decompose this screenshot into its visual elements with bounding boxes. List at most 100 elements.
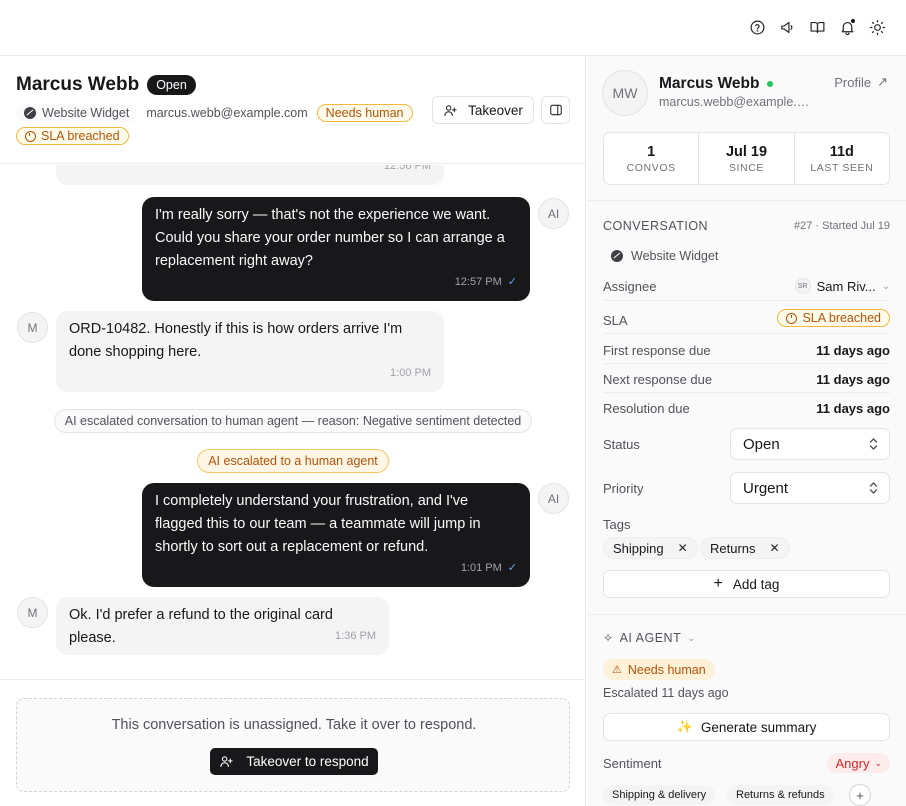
ai-avatar: AI (538, 483, 569, 514)
user-plus-icon (220, 756, 233, 768)
generate-summary-button[interactable]: ✨ Generate summary (603, 713, 890, 741)
needs-human-badge: Needs human (316, 104, 413, 122)
read-check-icon: ✓ (507, 562, 517, 574)
contact-email: marcus.webb@example.c... (659, 95, 811, 109)
stat-value: 11d (829, 143, 854, 160)
message-time: 1:36 PM (335, 630, 376, 642)
add-topic-button[interactable]: + (849, 784, 871, 806)
section-divider (587, 614, 906, 615)
message-time: 12:57 PM (454, 276, 502, 288)
needs-human-badge: ⚠ Needs human (603, 659, 715, 680)
details-panel: MW Marcus Webb marcus.webb@example.c... … (587, 56, 906, 806)
tag-shipping: Shipping ✕ (603, 537, 698, 559)
resolution-label: Resolution due (603, 401, 690, 416)
priority-select[interactable]: Urgent (730, 472, 890, 504)
sentiment-label: Sentiment (603, 756, 662, 771)
help-icon[interactable] (748, 16, 766, 38)
toggle-panel-button[interactable] (541, 96, 570, 124)
book-icon[interactable] (808, 16, 826, 38)
bell-icon[interactable] (838, 16, 856, 38)
timer-icon (25, 130, 36, 142)
notification-dot (850, 18, 856, 24)
priority-value: Urgent (743, 479, 789, 497)
ai-agent-section-toggle[interactable]: ✧ AI AGENT ⌄ (603, 631, 696, 645)
tag-label: Returns (710, 540, 756, 556)
message-text: Ok. I'd prefer a refund to the original … (69, 607, 333, 646)
conversation-title: Marcus Webb (16, 74, 140, 95)
topic-chip: Returns & refunds (727, 785, 834, 805)
divider (603, 392, 890, 393)
assignee-select[interactable]: SR Sam Riv... ⌄ (794, 278, 890, 294)
sun-icon[interactable] (868, 16, 886, 38)
customer-message: Ok. I'd prefer a refund to the original … (56, 597, 389, 655)
composer-area: This conversation is unassigned. Take it… (0, 679, 586, 806)
stat-since: Jul 19 SINCE (699, 133, 795, 184)
conversation-header: Marcus Webb Open Website Widget marcus.w… (0, 56, 586, 164)
topic-chip: Shipping & delivery (603, 785, 716, 805)
sla-label: SLA breached (41, 129, 120, 143)
megaphone-icon[interactable] (778, 16, 796, 38)
conversation-section-title: CONVERSATION (603, 219, 709, 233)
sla-label: SLA (603, 313, 628, 328)
remove-tag-icon[interactable]: ✕ (770, 541, 780, 555)
status-select[interactable]: Open (730, 428, 890, 460)
assignee-name: Sam Riv... (816, 278, 876, 294)
sparkles-icon: ✨ (676, 719, 693, 734)
arrow-up-right-icon: ↗ (877, 74, 888, 89)
tag-returns: Returns ✕ (700, 537, 790, 559)
needs-human-label: Needs human (627, 662, 706, 677)
top-icons (748, 16, 886, 38)
channel-chip: Website Widget (16, 104, 138, 122)
stat-value: 1 (647, 143, 656, 160)
status-label: Status (603, 437, 640, 452)
remove-tag-icon[interactable]: ✕ (678, 541, 688, 555)
system-note: AI escalated conversation to human agent… (54, 409, 532, 433)
ai-message: I'm really sorry — that's not the experi… (142, 197, 530, 301)
chevron-down-icon: ⌄ (874, 757, 882, 768)
customer-avatar: M (17, 597, 48, 628)
stat-label: SINCE (728, 161, 765, 174)
sla-row: SLA breached (16, 127, 129, 145)
takeover-button[interactable]: Takeover (432, 96, 534, 124)
generate-summary-label: Generate summary (700, 719, 817, 735)
channel-row: Website Widget (611, 249, 718, 263)
stat-value: Jul 19 (725, 143, 768, 160)
contact-email: marcus.webb@example.com (146, 106, 308, 120)
ai-message: I completely understand your frustration… (142, 483, 530, 587)
message-time: 1:01 PM (460, 562, 502, 574)
channel-label: Website Widget (42, 106, 130, 120)
sentiment-badge[interactable]: Angry ⌄ (827, 753, 890, 773)
chevron-down-icon: ⌄ (881, 280, 890, 292)
takeover-label: Takeover (468, 102, 523, 118)
status-badge: Open (147, 75, 196, 95)
customer-message: ORD-10482. Honestly if this is how order… (56, 311, 444, 392)
message-time-wrap: 12:57 PM ✓ (455, 271, 517, 294)
takeover-to-respond-button[interactable]: Takeover to respond (210, 748, 378, 775)
escalated-time: Escalated 11 days ago (603, 686, 729, 700)
stat-label: LAST SEEN (810, 161, 874, 174)
conversation-panel: Marcus Webb Open Website Widget marcus.w… (0, 56, 586, 806)
message-time: 1:00 PM (390, 367, 431, 379)
sla-breached-badge: SLA breached (777, 309, 890, 327)
message-text: I completely understand your frustration… (155, 493, 481, 555)
message-text: I'm really sorry — that's not the experi… (155, 207, 505, 269)
divider (603, 363, 890, 364)
first-response-label: First response due (603, 343, 711, 358)
unassigned-text: This conversation is unassigned. Take it… (111, 717, 477, 733)
meta-row: Website Widget marcus.webb@example.com N… (16, 104, 413, 122)
stat-last-seen: 11d LAST SEEN (795, 133, 889, 184)
message-text: ORD-10482. Honestly if this is how order… (69, 321, 403, 360)
message-time: 12:56 PM (383, 165, 431, 172)
next-response-label: Next response due (603, 372, 713, 387)
next-response-value: 11 days ago (816, 372, 890, 387)
ai-agent-title: AI AGENT (619, 631, 682, 645)
ai-avatar: AI (538, 198, 569, 229)
stat-convos: 1 CONVOS (604, 133, 700, 184)
widget-icon (24, 107, 36, 119)
contact-name: Marcus Webb (659, 75, 760, 92)
resolution-value: 11 days ago (816, 401, 890, 416)
contact-avatar: MW (602, 70, 648, 116)
message-list: 12:56 PM I'm really sorry — that's not t… (0, 165, 586, 679)
add-tag-button[interactable]: + Add tag (603, 570, 890, 598)
profile-link[interactable]: Profile ↗ (834, 74, 888, 90)
